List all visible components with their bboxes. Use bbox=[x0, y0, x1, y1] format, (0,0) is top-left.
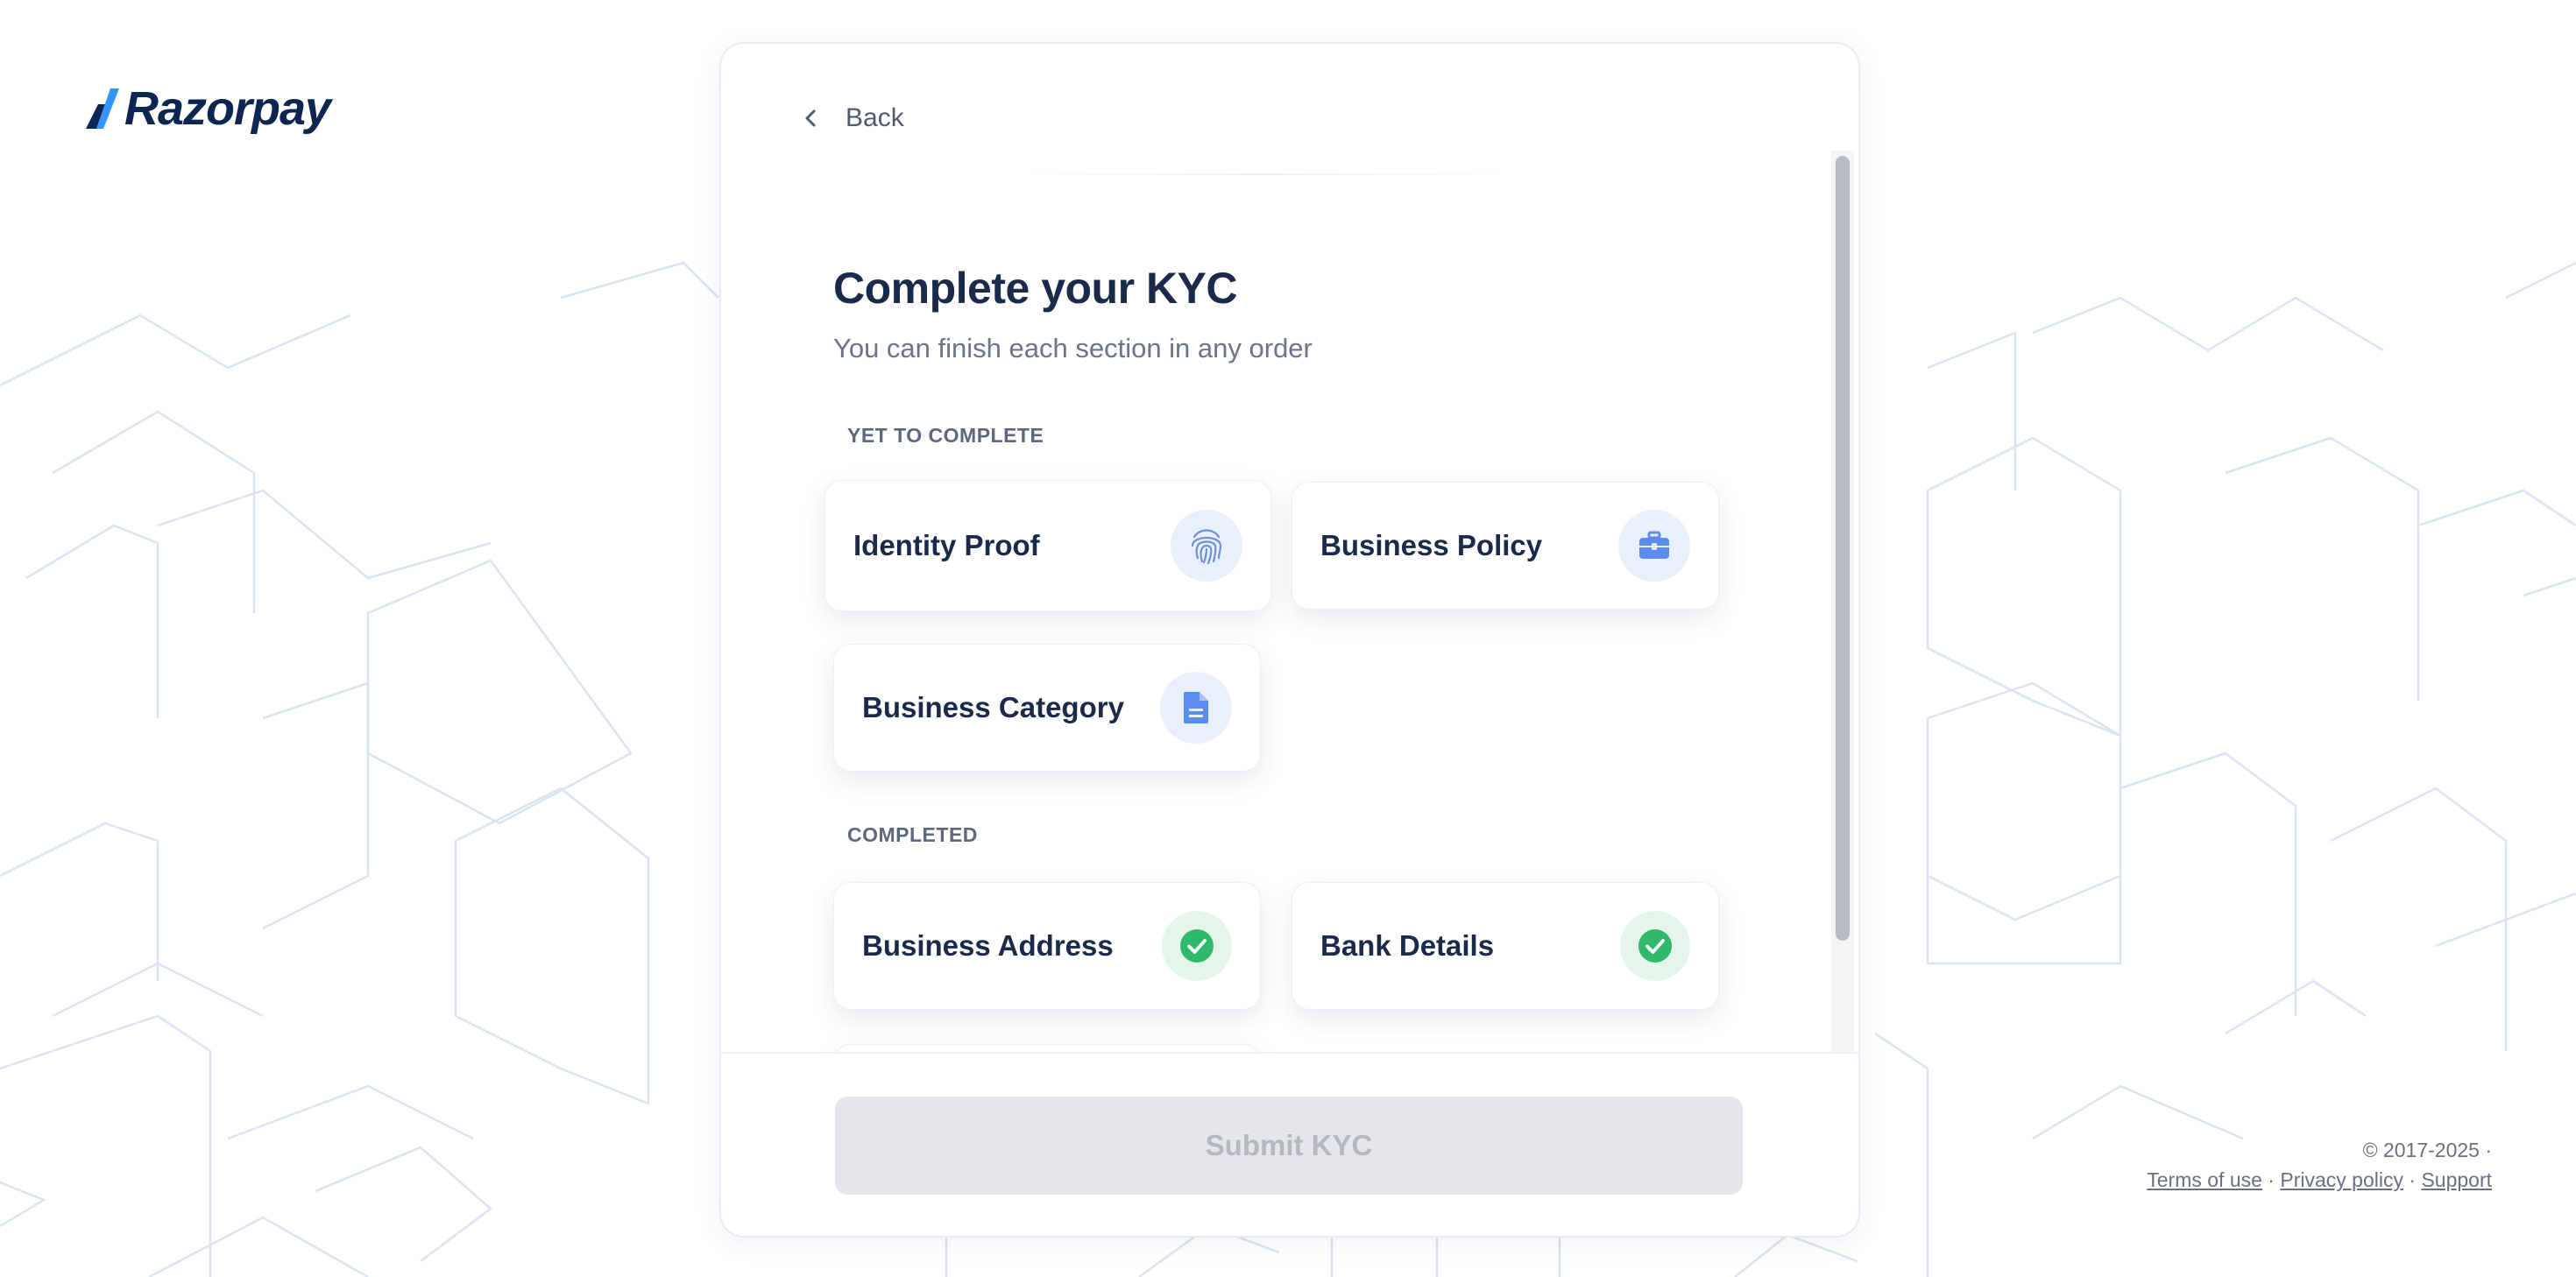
razorpay-mark-icon bbox=[86, 88, 119, 129]
kyc-card: Back Complete your KYC You can finish ea… bbox=[719, 42, 1860, 1238]
scrollbar-thumb[interactable] bbox=[1836, 156, 1850, 941]
kyc-tile-business-policy[interactable]: Business Policy bbox=[1292, 482, 1719, 610]
kyc-tile-business-address[interactable]: Business Address bbox=[833, 882, 1261, 1010]
legal-footer: © 2017-2025 · Terms of use · Privacy pol… bbox=[2147, 1135, 2492, 1195]
kyc-scroll-area[interactable]: Complete your KYC You can finish each se… bbox=[721, 184, 1834, 1095]
check-circle-icon bbox=[1620, 911, 1690, 981]
support-link[interactable]: Support bbox=[2421, 1168, 2492, 1191]
document-icon bbox=[1160, 672, 1232, 744]
submit-kyc-button[interactable]: Submit KYC bbox=[835, 1097, 1743, 1195]
brand-name: Razorpay bbox=[124, 82, 331, 135]
completed-section-label: COMPLETED bbox=[847, 823, 978, 846]
tile-label: Identity Proof bbox=[853, 529, 1040, 561]
fingerprint-icon bbox=[1171, 510, 1242, 582]
briefcase-icon bbox=[1618, 510, 1690, 582]
copyright: © 2017-2025 · bbox=[2362, 1139, 2492, 1161]
privacy-link[interactable]: Privacy policy bbox=[2280, 1168, 2403, 1191]
left-pattern bbox=[0, 261, 719, 1277]
tile-label: Business Policy bbox=[1320, 529, 1543, 561]
tile-label: Business Category bbox=[862, 691, 1124, 723]
back-button[interactable]: Back bbox=[798, 95, 904, 142]
right-pattern bbox=[1874, 261, 2576, 1277]
back-label: Back bbox=[846, 103, 904, 132]
terms-link[interactable]: Terms of use bbox=[2147, 1168, 2262, 1191]
kyc-tile-identity-proof[interactable]: Identity Proof bbox=[824, 480, 1271, 611]
kyc-tile-business-category[interactable]: Business Category bbox=[833, 644, 1261, 772]
check-circle-icon bbox=[1162, 911, 1232, 981]
tile-label: Bank Details bbox=[1320, 929, 1495, 962]
pending-section-label: YET TO COMPLETE bbox=[847, 424, 1044, 447]
page-title: Complete your KYC bbox=[833, 264, 1238, 313]
kyc-tile-bank-details[interactable]: Bank Details bbox=[1292, 882, 1719, 1010]
header-divider bbox=[1019, 173, 1510, 175]
brand-logo[interactable]: Razorpay bbox=[84, 81, 331, 137]
page-subtitle: You can finish each section in any order bbox=[833, 333, 1313, 363]
tile-label: Business Address bbox=[862, 929, 1114, 962]
chevron-left-icon bbox=[798, 105, 824, 131]
